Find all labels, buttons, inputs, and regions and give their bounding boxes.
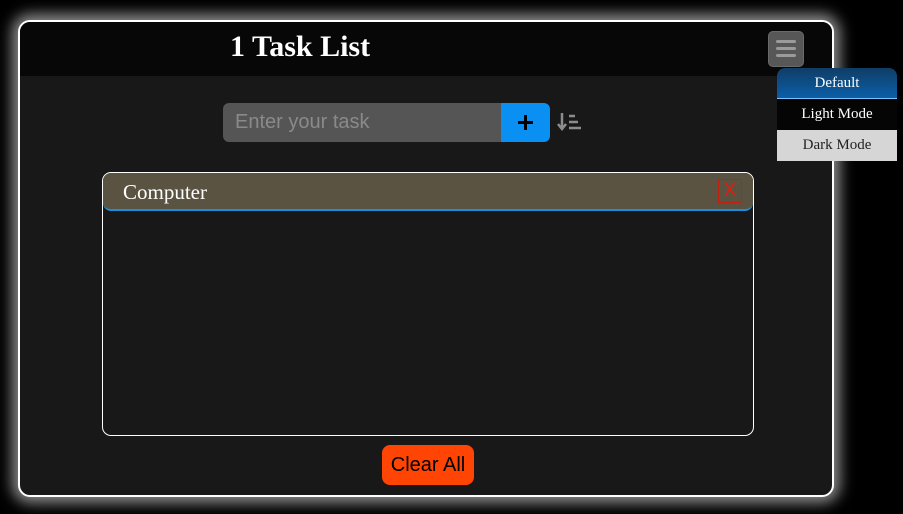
add-task-button[interactable] [501, 103, 550, 142]
header: 1 Task List [20, 22, 832, 76]
theme-option-dark-mode[interactable]: Dark Mode [777, 130, 897, 161]
theme-option-light-mode[interactable]: Light Mode [777, 99, 897, 130]
task-input[interactable] [223, 103, 501, 142]
clear-all-button[interactable]: Clear All [382, 445, 474, 485]
menu-button[interactable] [768, 31, 804, 67]
page-title: 1 Task List [230, 30, 371, 63]
sort-button[interactable] [557, 110, 583, 134]
task-text: Computer [123, 180, 207, 204]
sort-descending-icon [557, 113, 581, 132]
task-list-card: 1 Task List Computer [18, 20, 834, 497]
task-list: Computer X [102, 172, 754, 436]
theme-option-default[interactable]: Default [777, 68, 897, 99]
task-item[interactable]: Computer X [103, 173, 753, 211]
delete-task-button[interactable]: X [718, 179, 742, 203]
